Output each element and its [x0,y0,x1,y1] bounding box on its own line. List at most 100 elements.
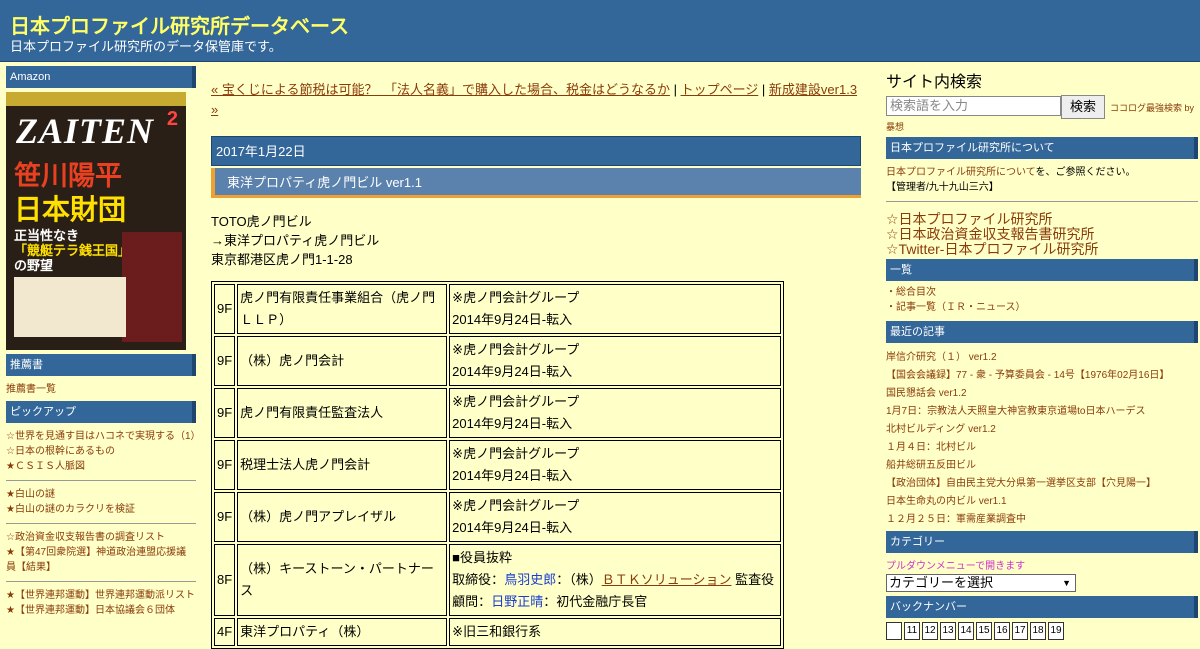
recent-post-link[interactable]: 【国会会議録】77 - 衆 - 予算委員会 - 14号【1976年02月16日】 [886,367,1198,385]
table-row: 9F （株）虎ノ門アプレイザル ※虎ノ門会計グループ 2014年9月24日-転入 [214,492,782,542]
role-label: 顧問： [452,594,492,609]
backnumber-day[interactable]: 16 [994,622,1010,640]
backnumber-day[interactable] [886,622,902,640]
note-cell: ※旧三和銀行系 [449,618,782,646]
about-link[interactable]: 日本プロファイル研究所について [886,167,1036,178]
backnumber-day[interactable]: 14 [958,622,974,640]
note-line: ■役員抜粋 [452,550,513,565]
book-sub-1: 正当性なき [14,228,80,243]
site-title[interactable]: 日本プロファイル研究所データベース [10,10,349,39]
table-row: 9F 虎ノ門有限責任監査法人 ※虎ノ門会計グループ 2014年9月24日-転入 [214,388,782,438]
backnumber-day[interactable]: 15 [976,622,992,640]
pickup-link[interactable]: ★白山の謎 [6,489,55,500]
note-line: ※虎ノ門会計グループ [452,394,580,409]
backnumber-day[interactable]: 17 [1012,622,1028,640]
recommend-link[interactable]: 推薦書一覧 [6,384,56,395]
index-link[interactable]: ・記事一覧（ＩＲ・ニュース） [886,300,1198,315]
divider [886,201,1198,202]
chevron-down-icon: ▼ [1062,578,1071,588]
recent-post-link[interactable]: １２月２５日：軍需産業調査中 [886,511,1198,529]
body-line: 東京都港区虎ノ門1-1-28 [211,252,353,267]
tenant-name-cell: （株）虎ノ門アプレイザル [237,492,448,542]
related-site-link[interactable]: ☆日本プロファイル研究所 [886,212,1198,227]
search-title: サイト内検索 [886,74,983,91]
related-site-link[interactable]: ☆日本政治資金収支報告書研究所 [886,227,1198,242]
index-list: ・総合目次 ・記事一覧（ＩＲ・ニュース） [886,285,1198,315]
about-section: 日本プロファイル研究所についてを、ご参照ください。 【管理者/九十九山三六】 [886,165,1198,195]
index-link[interactable]: ・総合目次 [886,285,1198,300]
book-top-band [6,92,186,106]
backnumber-day[interactable]: 13 [940,622,956,640]
company-link[interactable]: ＢＴＫソリューション [602,572,732,587]
divider [6,581,196,582]
table-row: 4F 東洋プロパティ（株） ※旧三和銀行系 [214,618,782,646]
note-line: ※虎ノ門会計グループ [452,290,580,305]
search-input[interactable]: 検索語を入力 [886,96,1061,116]
search-button[interactable]: 検索 [1061,95,1105,119]
tenant-name-cell: （株）虎ノ門会計 [237,336,448,386]
backnumber-day[interactable]: 12 [922,622,938,640]
pickup-link[interactable]: ☆世界を見通す目はハコネで実現する（1） [6,431,196,442]
pickup-link[interactable]: ★白山の謎のカラクリを検証 [6,504,135,515]
post-date: 2017年1月22日 [211,136,861,166]
book-side-panel [122,232,182,342]
note-line: 2014年9月24日-転入 [452,416,573,431]
pickup-link[interactable]: ★ＣＳＩＳ人脈図 [6,461,85,472]
note-line: ※虎ノ門会計グループ [452,498,580,513]
recent-post-link[interactable]: 北村ビルディング ver1.2 [886,421,1198,439]
related-sites: ☆日本プロファイル研究所 ☆日本政治資金収支報告書研究所 ☆Twitter-日本… [886,212,1198,257]
note-line: 2014年9月24日-転入 [452,468,573,483]
book-headline-2: 日本財団 [14,194,127,225]
pickup-link[interactable]: ★【第47回衆院選】神道政治連盟応援議員【結果】 [6,547,186,573]
recent-post-link[interactable]: 船井総研五反田ビル [886,457,1198,475]
note-line: 2014年9月24日-転入 [452,312,573,327]
floor-cell: 8F [214,544,236,616]
book-cover[interactable]: ZAITEN 2 笹川陽平 日本財団 正当性なき 「競艇テラ銭王国」 の野望 [6,92,186,350]
pickup-list: ☆世界を見通す目はハコネで実現する（1） ☆日本の根幹にあるもの ★ＣＳＩＳ人脈… [6,429,196,618]
top-page-link[interactable]: トップページ [681,82,759,97]
recent-post-link[interactable]: 【政治団体】自由民主党大分県第一選挙区支部【穴見陽一】 [886,475,1198,493]
divider [6,523,196,524]
site-description: 日本プロファイル研究所のデータ保管庫です。 [10,39,282,54]
pickup-link[interactable]: ☆日本の根幹にあるもの [6,446,115,457]
note-line: 2014年9月24日-転入 [452,364,573,379]
note-cell: ※虎ノ門会計グループ 2014年9月24日-転入 [449,388,782,438]
note-cell: ※虎ノ門会計グループ 2014年9月24日-転入 [449,492,782,542]
prev-post-link[interactable]: « 宝くじによる節税は可能？ 「法人名義」で購入した場合、税金はどうなるか [211,82,670,97]
table-row: 8F （株）キーストーン・パートナース ■役員抜粋 取締役：鳥羽史郎：（株）ＢＴ… [214,544,782,616]
recent-post-link[interactable]: 日本生命丸の内ビル ver1.1 [886,493,1198,511]
backnumber-day[interactable]: 11 [904,622,920,640]
pickup-link[interactable]: ★【世界連邦運動】世界連邦運動派リスト [6,590,195,601]
note-cell: ※虎ノ門会計グループ 2014年9月24日-転入 [449,284,782,334]
post-body: TOTO虎ノ門ビル →東洋プロパティ虎ノ門ビル 東京都港区虎ノ門1-1-28 [211,212,861,269]
recommend-list: 推薦書一覧 [6,382,196,397]
recent-post-link[interactable]: 国民懇話会 ver1.2 [886,385,1198,403]
backnumber-day[interactable]: 19 [1048,622,1064,640]
related-site-link[interactable]: ☆Twitter-日本プロファイル研究所 [886,242,1198,257]
search-credit[interactable]: ココログ最強検索 by [1110,101,1194,114]
search-form: 検索語を入力 検索 ココログ最強検索 by [886,95,1198,119]
recent-post-link[interactable]: 岸信介研究（１） ver1.2 [886,349,1198,367]
note-line: 2014年9月24日-転入 [452,520,573,535]
search-credit-suffix[interactable]: 暴想 [886,120,1198,133]
backnumber-day[interactable]: 18 [1030,622,1046,640]
note-cell: ■役員抜粋 取締役：鳥羽史郎：（株）ＢＴＫソリューション 監査役 顧問：日野正晴… [449,544,782,616]
category-heading: カテゴリー [886,531,1198,553]
recent-post-link[interactable]: １月４日：北村ビル [886,439,1198,457]
right-sidebar: サイト内検索 検索語を入力 検索 ココログ最強検索 by 暴想 日本プロファイル… [886,66,1198,640]
tenant-name-cell: 東洋プロパティ（株） [237,618,448,646]
note-cell: ※虎ノ門会計グループ 2014年9月24日-転入 [449,440,782,490]
recent-post-link[interactable]: 1月7日：宗教法人天照皇大神宮教東京道場to日本ハーデス [886,403,1198,421]
pickup-link[interactable]: ★【世界連邦運動】日本協議会６団体 [6,605,175,616]
book-magazine-name: ZAITEN [16,111,155,151]
category-select-value: カテゴリーを選択 [889,575,994,590]
site-header: 日本プロファイル研究所データベース 日本プロファイル研究所のデータ保管庫です。 [0,0,1200,62]
main-content: « 宝くじによる節税は可能？ 「法人名義」で購入した場合、税金はどうなるか | … [211,66,861,649]
divider [6,480,196,481]
book-sub-2: 「競艇テラ銭王国」 [14,243,132,258]
pickup-link[interactable]: ☆政治資金収支報告書の調査リスト [6,532,165,543]
post-title[interactable]: 東洋プロパティ虎ノ門ビル ver1.1 [211,168,861,198]
category-note: プルダウンメニューで開きます [886,561,1026,572]
category-select[interactable]: カテゴリーを選択 ▼ [886,574,1076,592]
book-bottom-box [14,277,126,337]
